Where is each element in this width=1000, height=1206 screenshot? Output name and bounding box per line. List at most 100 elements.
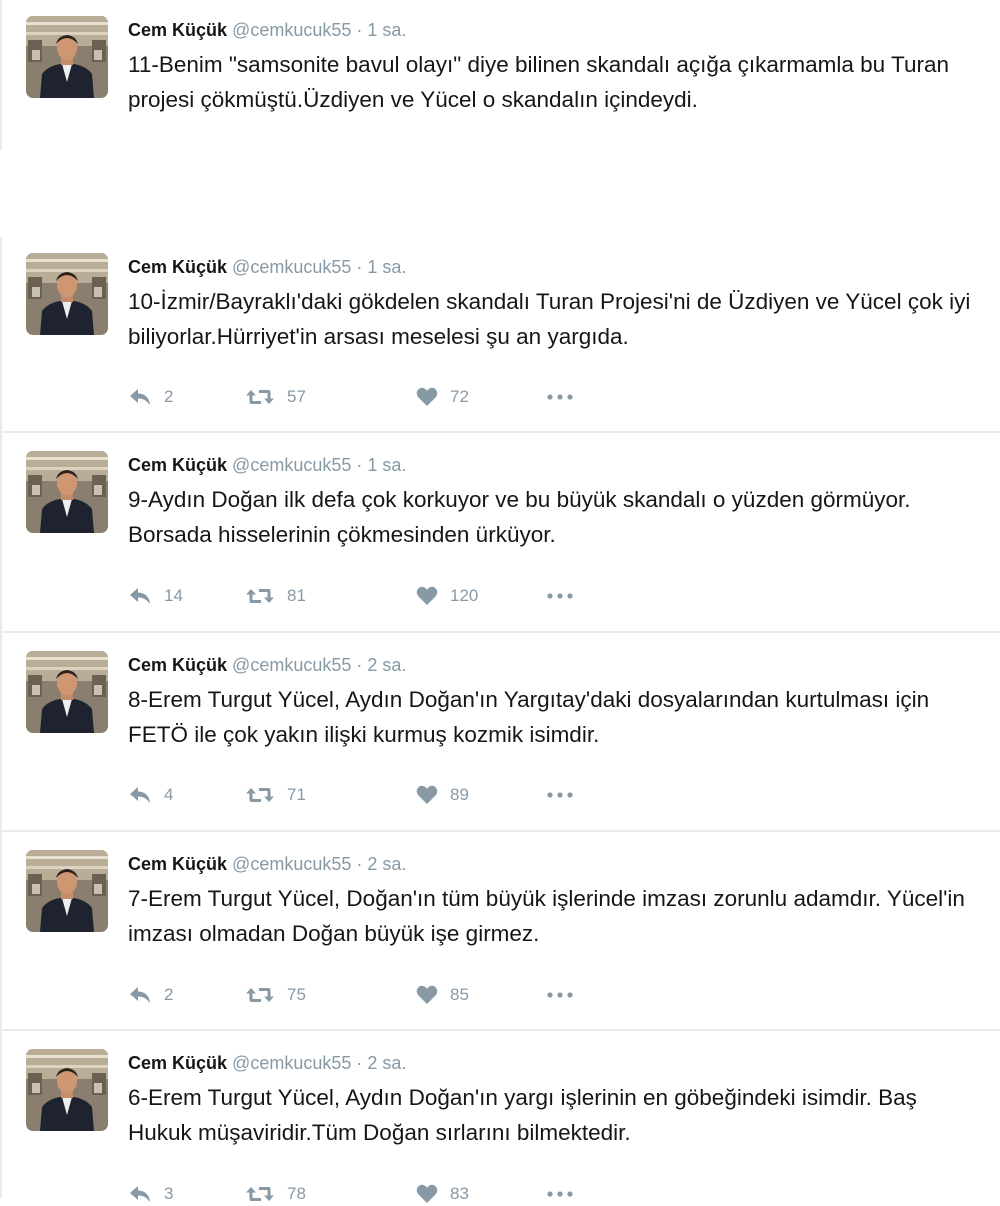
like-count: 120 xyxy=(450,586,479,605)
avatar[interactable] xyxy=(26,451,108,533)
tweet-actions: 2 75 85 xyxy=(128,983,628,1007)
tweet-content: Cem Küçük @cemkucuk55 · 2 sa. 6-Erem Tur… xyxy=(128,1052,982,1150)
retweet-icon xyxy=(245,785,275,805)
author-name[interactable]: Cem Küçük xyxy=(128,655,227,675)
separator-dot: · xyxy=(356,20,363,40)
avatar[interactable] xyxy=(26,1049,108,1131)
timestamp[interactable]: 1 sa. xyxy=(367,455,406,475)
retweet-button[interactable]: 78 xyxy=(245,1182,306,1206)
timestamp[interactable]: 2 sa. xyxy=(367,1053,406,1073)
reply-count: 14 xyxy=(164,586,183,605)
tweet-actions: 3 78 83 xyxy=(128,1182,628,1206)
retweet-count: 71 xyxy=(287,785,306,804)
retweet-button[interactable]: 57 xyxy=(245,385,306,409)
reply-icon xyxy=(128,387,152,407)
tweet-content: Cem Küçük @cemkucuk55 · 1 sa. 9-Aydın Do… xyxy=(128,454,982,552)
more-icon xyxy=(546,991,574,999)
avatar-image xyxy=(26,16,108,98)
tweet-10[interactable]: Cem Küçük @cemkucuk55 · 1 sa. 10-İzmir/B… xyxy=(0,237,1000,433)
tweet-header: Cem Küçük @cemkucuk55 · 2 sa. xyxy=(128,1052,982,1074)
reply-button[interactable]: 4 xyxy=(128,783,173,807)
reply-count: 4 xyxy=(164,785,174,804)
reply-button[interactable]: 3 xyxy=(128,1182,173,1206)
tweet-header: Cem Küçük @cemkucuk55 · 1 sa. xyxy=(128,19,982,41)
author-name[interactable]: Cem Küçük xyxy=(128,20,227,40)
tweet-11[interactable]: Cem Küçük @cemkucuk55 · 1 sa. 11-Benim "… xyxy=(0,0,1000,150)
more-button[interactable] xyxy=(546,584,574,608)
timestamp[interactable]: 1 sa. xyxy=(367,257,406,277)
author-name[interactable]: Cem Küçük xyxy=(128,1053,227,1073)
like-count: 89 xyxy=(450,785,469,804)
tweet-content: Cem Küçük @cemkucuk55 · 2 sa. 7-Erem Tur… xyxy=(128,853,982,951)
avatar[interactable] xyxy=(26,651,108,733)
tweet-actions: 2 57 72 xyxy=(128,385,628,409)
author-name[interactable]: Cem Küçük xyxy=(128,257,227,277)
avatar-image xyxy=(26,651,108,733)
tweet-text: 11-Benim "samsonite bavul olayı" diye bi… xyxy=(128,52,949,112)
retweet-icon xyxy=(245,387,275,407)
more-button[interactable] xyxy=(546,1182,574,1206)
more-button[interactable] xyxy=(546,385,574,409)
more-icon xyxy=(546,791,574,799)
avatar-image xyxy=(26,253,108,335)
like-button[interactable]: 120 xyxy=(416,584,478,608)
reply-count: 2 xyxy=(164,985,174,1004)
avatar[interactable] xyxy=(26,253,108,335)
tweet-text: 7-Erem Turgut Yücel, Doğan'ın tüm büyük … xyxy=(128,886,965,946)
separator-dot: · xyxy=(356,655,363,675)
author-handle[interactable]: @cemkucuk55 xyxy=(232,655,351,675)
reply-icon xyxy=(128,586,152,606)
timestamp[interactable]: 1 sa. xyxy=(367,20,406,40)
more-button[interactable] xyxy=(546,783,574,807)
avatar[interactable] xyxy=(26,16,108,98)
like-button[interactable]: 83 xyxy=(416,1182,469,1206)
author-name[interactable]: Cem Küçük xyxy=(128,455,227,475)
separator-dot: · xyxy=(356,257,363,277)
tweet-actions: 4 71 89 xyxy=(128,783,628,807)
retweet-count: 75 xyxy=(287,985,306,1004)
tweet-header: Cem Küçük @cemkucuk55 · 2 sa. xyxy=(128,654,982,676)
tweet-content: Cem Küçük @cemkucuk55 · 1 sa. 10-İzmir/B… xyxy=(128,256,982,354)
reply-button[interactable]: 2 xyxy=(128,385,173,409)
reply-icon xyxy=(128,785,152,805)
tweet-7[interactable]: Cem Küçük @cemkucuk55 · 2 sa. 7-Erem Tur… xyxy=(0,832,1000,1031)
heart-icon xyxy=(416,387,438,407)
reply-count: 3 xyxy=(164,1184,174,1203)
timestamp[interactable]: 2 sa. xyxy=(367,655,406,675)
tweet-border xyxy=(0,832,2,1029)
tweet-header: Cem Küçük @cemkucuk55 · 1 sa. xyxy=(128,256,982,278)
author-handle[interactable]: @cemkucuk55 xyxy=(232,455,351,475)
tweet-6[interactable]: Cem Küçük @cemkucuk55 · 2 sa. 6-Erem Tur… xyxy=(0,1031,1000,1203)
tweet-border xyxy=(0,633,2,830)
tweet-9[interactable]: Cem Küçük @cemkucuk55 · 1 sa. 9-Aydın Do… xyxy=(0,433,1000,633)
like-button[interactable]: 72 xyxy=(416,385,469,409)
tweet-border xyxy=(0,1031,2,1198)
author-handle[interactable]: @cemkucuk55 xyxy=(232,1053,351,1073)
heart-icon xyxy=(416,785,438,805)
retweet-button[interactable]: 75 xyxy=(245,983,306,1007)
tweet-header: Cem Küçük @cemkucuk55 · 2 sa. xyxy=(128,853,982,875)
tweet-8[interactable]: Cem Küçük @cemkucuk55 · 2 sa. 8-Erem Tur… xyxy=(0,633,1000,832)
separator-dot: · xyxy=(356,1053,363,1073)
author-handle[interactable]: @cemkucuk55 xyxy=(232,20,351,40)
avatar[interactable] xyxy=(26,850,108,932)
tweet-text: 10-İzmir/Bayraklı'daki gökdelen skandalı… xyxy=(128,289,971,349)
avatar-image xyxy=(26,1049,108,1131)
more-icon xyxy=(546,393,574,401)
author-handle[interactable]: @cemkucuk55 xyxy=(232,257,351,277)
like-button[interactable]: 89 xyxy=(416,783,469,807)
author-name[interactable]: Cem Küçük xyxy=(128,854,227,874)
like-button[interactable]: 85 xyxy=(416,983,469,1007)
author-handle[interactable]: @cemkucuk55 xyxy=(232,854,351,874)
separator-dot: · xyxy=(356,455,363,475)
reply-button[interactable]: 2 xyxy=(128,983,173,1007)
retweet-count: 78 xyxy=(287,1184,306,1203)
timestamp[interactable]: 2 sa. xyxy=(367,854,406,874)
retweet-button[interactable]: 81 xyxy=(245,584,306,608)
tweet-border xyxy=(0,237,2,431)
more-icon xyxy=(546,592,574,600)
more-button[interactable] xyxy=(546,983,574,1007)
like-count: 85 xyxy=(450,985,469,1004)
retweet-button[interactable]: 71 xyxy=(245,783,306,807)
reply-button[interactable]: 14 xyxy=(128,584,183,608)
